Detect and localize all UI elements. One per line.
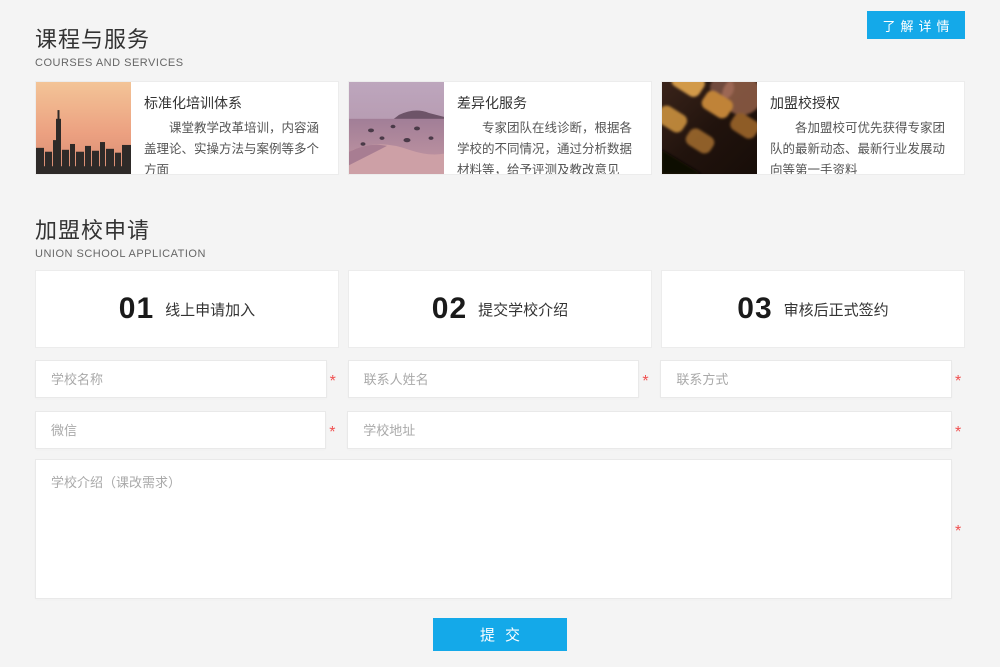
form-row-3: * <box>35 459 965 599</box>
submit-button[interactable]: 提交 <box>433 618 567 651</box>
card-title: 标准化培训体系 <box>144 93 325 113</box>
courses-section-subtitle: COURSES AND SERVICES <box>35 57 965 69</box>
step-3-sign-contract: 03 审核后正式签约 <box>661 270 965 348</box>
required-asterisk: * <box>955 377 965 387</box>
card-body: 加盟校授权 各加盟校可优先获得专家团队的最新动态、最新行业发展动向等第一手资料 <box>757 82 964 174</box>
required-asterisk: * <box>642 377 652 387</box>
school-name-field-wrap: * <box>35 360 340 398</box>
card-differentiated-service: 差异化服务 专家团队在线诊断，根据各学校的不同情况，通过分析数据材料等，给予评测… <box>348 81 652 175</box>
card-description: 课堂教学改革培训，内容涵盖理论、实操方法与案例等多个方面 <box>144 118 325 175</box>
step-number: 01 <box>119 292 154 326</box>
step-label: 线上申请加入 <box>165 299 255 320</box>
courses-section-header: 课程与服务 COURSES AND SERVICES 了解详情 <box>35 0 965 69</box>
wechat-field-wrap: * <box>35 411 339 449</box>
required-asterisk: * <box>329 428 339 438</box>
contact-method-field-wrap: * <box>660 360 965 398</box>
learn-more-button[interactable]: 了解详情 <box>867 11 965 39</box>
form-row-2: * * <box>35 411 965 449</box>
contact-name-field-wrap: * <box>348 360 653 398</box>
card-description: 各加盟校可优先获得专家团队的最新动态、最新行业发展动向等第一手资料 <box>770 118 951 175</box>
contact-method-input[interactable] <box>660 360 952 398</box>
form-row-1: * * * <box>35 360 965 398</box>
card-title: 加盟校授权 <box>770 93 951 113</box>
card-description: 专家团队在线诊断，根据各学校的不同情况，通过分析数据材料等，给予评测及教改意见 <box>457 118 638 175</box>
required-asterisk: * <box>955 428 965 438</box>
card-standardized-training: 标准化培训体系 课堂教学改革培训，内容涵盖理论、实操方法与案例等多个方面 <box>35 81 339 175</box>
wechat-input[interactable] <box>35 411 326 449</box>
step-number: 02 <box>432 292 467 326</box>
application-steps-row: 01 线上申请加入 02 提交学校介绍 03 审核后正式签约 <box>35 270 965 348</box>
courses-section-title: 课程与服务 <box>35 22 965 54</box>
step-label: 审核后正式签约 <box>784 299 889 320</box>
desert-dusk-image <box>349 82 444 174</box>
required-asterisk: * <box>330 377 340 387</box>
school-intro-field-wrap: * <box>35 459 965 599</box>
application-section-subtitle: UNION SCHOOL APPLICATION <box>35 248 965 260</box>
step-number: 03 <box>737 292 772 326</box>
step-1-online-apply: 01 线上申请加入 <box>35 270 339 348</box>
card-franchise-authorization: 加盟校授权 各加盟校可优先获得专家团队的最新动态、最新行业发展动向等第一手资料 <box>661 81 965 175</box>
contact-name-input[interactable] <box>348 360 640 398</box>
step-label: 提交学校介绍 <box>478 299 568 320</box>
application-form: * * * * * * <box>35 360 965 651</box>
application-section-title: 加盟校申请 <box>35 213 965 245</box>
card-body: 标准化培训体系 课堂教学改革培训，内容涵盖理论、实操方法与案例等多个方面 <box>131 82 338 174</box>
school-address-field-wrap: * <box>347 411 965 449</box>
step-2-submit-intro: 02 提交学校介绍 <box>348 270 652 348</box>
city-skyline-sunset-image <box>36 82 131 174</box>
card-title: 差异化服务 <box>457 93 638 113</box>
application-section-header: 加盟校申请 UNION SCHOOL APPLICATION <box>35 213 965 260</box>
school-intro-textarea[interactable] <box>35 459 952 599</box>
service-cards-row: 标准化培训体系 课堂教学改革培训，内容涵盖理论、实操方法与案例等多个方面 <box>35 81 965 175</box>
school-name-input[interactable] <box>35 360 327 398</box>
page-container: 课程与服务 COURSES AND SERVICES 了解详情 <box>0 0 1000 651</box>
school-address-input[interactable] <box>347 411 952 449</box>
film-strip-image <box>662 82 757 174</box>
required-asterisk: * <box>955 527 965 537</box>
card-body: 差异化服务 专家团队在线诊断，根据各学校的不同情况，通过分析数据材料等，给予评测… <box>444 82 651 174</box>
